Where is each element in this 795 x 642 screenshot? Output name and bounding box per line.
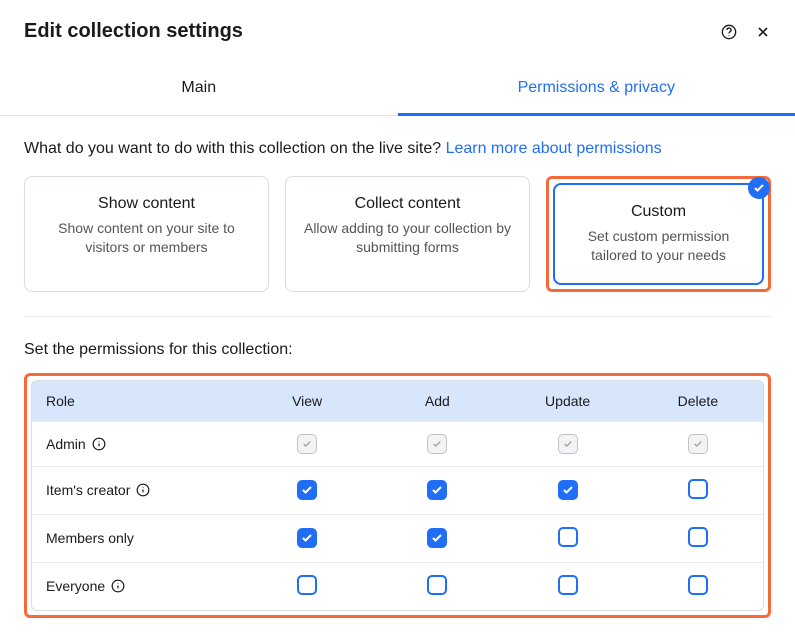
role-cell: Members only — [32, 518, 242, 558]
prompt-text: What do you want to do with this collect… — [24, 140, 446, 157]
role-cell: Admin — [32, 424, 242, 464]
checkbox-view[interactable] — [297, 528, 317, 548]
card-title: Show content — [41, 195, 252, 213]
cell-add — [372, 516, 502, 560]
role-label: Admin — [46, 436, 86, 452]
table-header-row: Role View Add Update Delete — [32, 381, 763, 422]
checkbox-view[interactable] — [297, 480, 317, 500]
table-row: Admin — [32, 422, 763, 467]
dialog-content: What do you want to do with this collect… — [0, 116, 795, 642]
edit-collection-dialog: Edit collection settings Main Permission… — [0, 0, 795, 642]
checkbox-view[interactable] — [297, 575, 317, 595]
cell-delete — [633, 515, 763, 562]
card-title: Collect content — [302, 195, 513, 213]
learn-more-link[interactable]: Learn more about permissions — [446, 140, 662, 157]
cell-update — [503, 563, 633, 610]
cell-view — [242, 563, 372, 610]
dialog-header: Edit collection settings — [0, 0, 795, 51]
help-icon[interactable] — [721, 24, 737, 40]
cell-update — [503, 468, 633, 512]
col-view: View — [242, 381, 372, 421]
checkbox-view — [297, 434, 317, 454]
role-cell: Item's creator — [32, 470, 242, 510]
checkbox-delete[interactable] — [688, 479, 708, 499]
cell-delete — [633, 563, 763, 610]
col-update: Update — [503, 381, 633, 421]
role-cell: Everyone — [32, 566, 242, 606]
dialog-title: Edit collection settings — [24, 20, 243, 43]
card-show-content[interactable]: Show content Show content on your site t… — [24, 176, 269, 292]
checkbox-add[interactable] — [427, 480, 447, 500]
checkbox-delete[interactable] — [688, 575, 708, 595]
card-desc: Set custom permission tailored to your n… — [571, 227, 746, 265]
checkbox-add[interactable] — [427, 528, 447, 548]
info-icon[interactable] — [92, 437, 106, 451]
selected-check-icon — [748, 177, 770, 199]
tab-main[interactable]: Main — [0, 63, 398, 115]
tabs: Main Permissions & privacy — [0, 63, 795, 116]
info-icon[interactable] — [136, 483, 150, 497]
checkbox-delete[interactable] — [688, 527, 708, 547]
role-label: Item's creator — [46, 482, 130, 498]
table-row: Everyone — [32, 563, 763, 610]
cell-view — [242, 516, 372, 560]
cell-update — [503, 422, 633, 466]
role-label: Everyone — [46, 578, 105, 594]
permission-mode-cards: Show content Show content on your site t… — [24, 176, 771, 292]
permissions-section-label: Set the permissions for this collection: — [24, 341, 771, 359]
role-label: Members only — [46, 530, 134, 546]
cell-view — [242, 468, 372, 512]
checkbox-update[interactable] — [558, 575, 578, 595]
cell-add — [372, 422, 502, 466]
card-title: Custom — [571, 203, 746, 221]
checkbox-update[interactable] — [558, 480, 578, 500]
checkbox-update — [558, 434, 578, 454]
card-custom[interactable]: Custom Set custom permission tailored to… — [553, 183, 764, 285]
col-add: Add — [372, 381, 502, 421]
col-role: Role — [32, 381, 242, 421]
close-icon[interactable] — [755, 24, 771, 40]
cell-add — [372, 563, 502, 610]
col-delete: Delete — [633, 381, 763, 421]
cell-delete — [633, 467, 763, 514]
header-actions — [721, 24, 771, 40]
highlight-permissions-table: Role View Add Update Delete Admin Item's … — [24, 373, 771, 618]
checkbox-add — [427, 434, 447, 454]
card-desc: Show content on your site to visitors or… — [41, 219, 252, 257]
permissions-table: Role View Add Update Delete Admin Item's … — [31, 380, 764, 611]
checkbox-delete — [688, 434, 708, 454]
highlight-custom-card: Custom Set custom permission tailored to… — [546, 176, 771, 292]
checkbox-add[interactable] — [427, 575, 447, 595]
divider — [24, 316, 771, 317]
cell-add — [372, 468, 502, 512]
table-row: Item's creator — [32, 467, 763, 515]
checkbox-update[interactable] — [558, 527, 578, 547]
card-desc: Allow adding to your collection by submi… — [302, 219, 513, 257]
tab-permissions[interactable]: Permissions & privacy — [398, 63, 795, 116]
cell-update — [503, 515, 633, 562]
cell-delete — [633, 422, 763, 466]
prompt-row: What do you want to do with this collect… — [24, 140, 771, 158]
table-row: Members only — [32, 515, 763, 563]
cell-view — [242, 422, 372, 466]
info-icon[interactable] — [111, 579, 125, 593]
card-collect-content[interactable]: Collect content Allow adding to your col… — [285, 176, 530, 292]
